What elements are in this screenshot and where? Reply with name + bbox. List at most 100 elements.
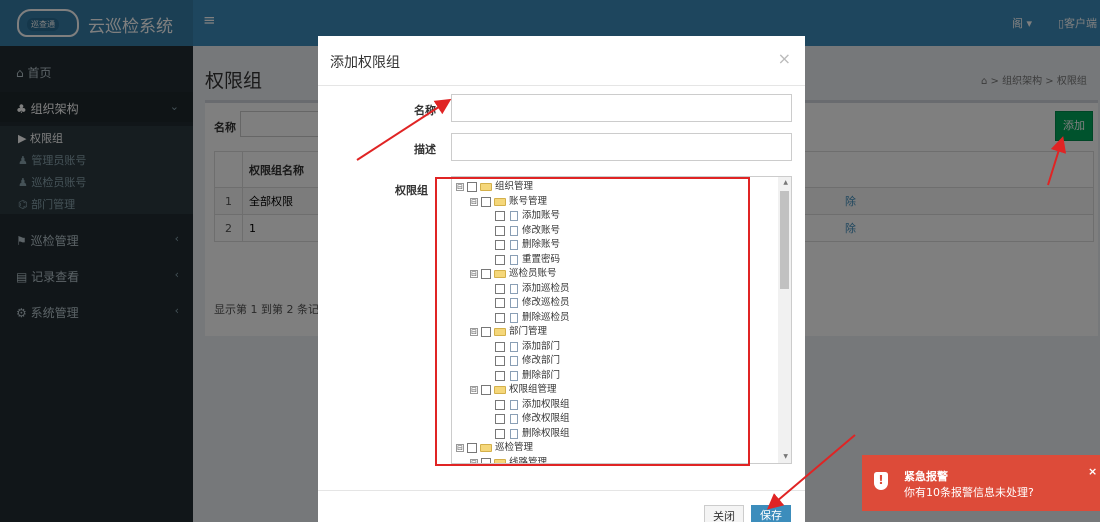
tree-node-label: 巡检员账号 bbox=[509, 268, 557, 279]
tree-node[interactable]: 添加部门 bbox=[456, 340, 570, 355]
tree-node[interactable]: 删除账号 bbox=[456, 238, 570, 253]
folder-icon bbox=[480, 444, 492, 453]
tree-checkbox[interactable] bbox=[495, 428, 505, 439]
tree-node-label: 添加权限组 bbox=[522, 398, 570, 410]
folder-icon bbox=[480, 183, 492, 192]
tree-checkbox[interactable] bbox=[481, 196, 491, 207]
tree-checkbox[interactable] bbox=[481, 269, 491, 280]
collapse-toggle-icon[interactable]: ⊟ bbox=[470, 458, 478, 463]
scrollbar[interactable]: ▲ ▼ bbox=[778, 177, 791, 463]
collapse-toggle-icon[interactable]: ⊟ bbox=[470, 328, 478, 337]
tree-node-label: 修改账号 bbox=[522, 224, 561, 236]
scrollbar-thumb[interactable] bbox=[780, 191, 789, 289]
tree-checkbox[interactable] bbox=[481, 327, 491, 338]
tree-node[interactable]: ⊟ 组织管理 bbox=[456, 180, 570, 195]
tree-node-label: 修改部门 bbox=[522, 355, 561, 366]
file-icon bbox=[510, 356, 518, 367]
tree-node-label: 账号管理 bbox=[509, 195, 548, 207]
tree-node-label: 修改巡检员 bbox=[522, 297, 570, 308]
tree-node[interactable]: 添加权限组 bbox=[456, 398, 570, 413]
close-icon[interactable]: × bbox=[778, 49, 791, 68]
folder-icon bbox=[494, 270, 506, 279]
toast-close-icon[interactable]: × bbox=[1088, 465, 1097, 478]
file-icon bbox=[510, 341, 518, 352]
collapse-toggle-icon[interactable]: ⊟ bbox=[456, 444, 464, 453]
tree-checkbox[interactable] bbox=[467, 182, 477, 193]
tree-checkbox[interactable] bbox=[495, 414, 505, 425]
folder-icon bbox=[494, 328, 506, 337]
alarm-toast[interactable]: ! 紧急报警 你有10条报警信息未处理? × bbox=[862, 455, 1100, 511]
toast-title: 紧急报警 bbox=[904, 470, 948, 483]
file-icon bbox=[510, 211, 518, 222]
scroll-up-icon[interactable]: ▲ bbox=[783, 179, 788, 186]
tree-checkbox[interactable] bbox=[495, 356, 505, 367]
tree-checkbox[interactable] bbox=[481, 385, 491, 396]
tree-node[interactable]: ⊟ 巡检管理 bbox=[456, 441, 570, 456]
folder-icon bbox=[494, 458, 506, 463]
tree-node[interactable]: ⊟ 权限组管理 bbox=[456, 383, 570, 398]
shield-alert-icon: ! bbox=[874, 472, 888, 490]
tree-checkbox[interactable] bbox=[495, 240, 505, 251]
collapse-toggle-icon[interactable]: ⊟ bbox=[470, 386, 478, 395]
modal-title: 添加权限组 bbox=[330, 55, 400, 71]
tree-checkbox[interactable] bbox=[495, 312, 505, 323]
tree-node[interactable]: 重置密码 bbox=[456, 253, 570, 268]
file-icon bbox=[510, 225, 518, 236]
tree-checkbox[interactable] bbox=[495, 225, 505, 236]
tree-node[interactable]: 删除巡检员 bbox=[456, 311, 570, 326]
permission-tree-panel: ⊟ 组织管理 ⊟ 账号管理添加账号修改账号删除账号 重置密码 ⊟ 巡检员账号添加巡检员修改巡… bbox=[451, 176, 792, 464]
tree-checkbox[interactable] bbox=[495, 341, 505, 352]
tree-node-label: 组织管理 bbox=[495, 181, 534, 192]
tree-node-label: 修改权限组 bbox=[522, 413, 570, 424]
tree-node[interactable]: ⊟ 部门管理 bbox=[456, 325, 570, 340]
tree-checkbox[interactable] bbox=[495, 283, 505, 294]
name-label: 名称 bbox=[414, 104, 436, 117]
close-button[interactable]: 关闭 bbox=[704, 505, 744, 522]
collapse-toggle-icon[interactable]: ⊟ bbox=[470, 270, 478, 279]
file-icon bbox=[510, 283, 518, 294]
tree-checkbox[interactable] bbox=[495, 370, 505, 381]
tree-node[interactable]: 修改账号 bbox=[456, 224, 570, 239]
tree-node[interactable]: ⊟ 线路管理 bbox=[456, 456, 570, 464]
tree-checkbox[interactable] bbox=[495, 399, 505, 410]
tree-node[interactable]: 删除部门 bbox=[456, 369, 570, 384]
tree-node-label: 删除部门 bbox=[522, 369, 561, 381]
tree-node[interactable]: 删除权限组 bbox=[456, 427, 570, 442]
name-input[interactable] bbox=[451, 94, 792, 122]
tree-checkbox[interactable] bbox=[495, 254, 505, 265]
tree-node-label: 巡检管理 bbox=[495, 442, 534, 453]
file-icon bbox=[510, 414, 518, 425]
tree-node[interactable]: 修改巡检员 bbox=[456, 296, 570, 311]
tree-node[interactable]: ⊟ 巡检员账号 bbox=[456, 267, 570, 282]
tree-node[interactable]: 添加账号 bbox=[456, 209, 570, 224]
tree-checkbox[interactable] bbox=[495, 298, 505, 309]
collapse-toggle-icon[interactable]: ⊟ bbox=[470, 197, 478, 206]
tree-node-label: 添加账号 bbox=[522, 210, 561, 221]
tree-node-label: 部门管理 bbox=[509, 326, 548, 337]
scroll-down-icon[interactable]: ▼ bbox=[783, 453, 788, 460]
description-input[interactable] bbox=[451, 133, 792, 161]
collapse-toggle-icon[interactable]: ⊟ bbox=[456, 183, 464, 192]
tree-checkbox[interactable] bbox=[495, 211, 505, 222]
tree-node[interactable]: 添加巡检员 bbox=[456, 282, 570, 297]
file-icon bbox=[510, 428, 518, 439]
permission-tree: ⊟ 组织管理 ⊟ 账号管理添加账号修改账号删除账号 重置密码 ⊟ 巡检员账号添加巡检员修改巡… bbox=[456, 180, 570, 464]
tree-node[interactable]: 修改权限组 bbox=[456, 412, 570, 427]
tree-checkbox[interactable] bbox=[481, 457, 491, 463]
save-button[interactable]: 保存 bbox=[751, 505, 791, 522]
tree-node[interactable]: ⊟ 账号管理 bbox=[456, 195, 570, 210]
tree-node-label: 添加巡检员 bbox=[522, 282, 570, 294]
tree-node-label: 线路管理 bbox=[509, 456, 548, 464]
file-icon bbox=[510, 240, 518, 251]
tree-node[interactable]: 修改部门 bbox=[456, 354, 570, 369]
tree-checkbox[interactable] bbox=[467, 443, 477, 454]
